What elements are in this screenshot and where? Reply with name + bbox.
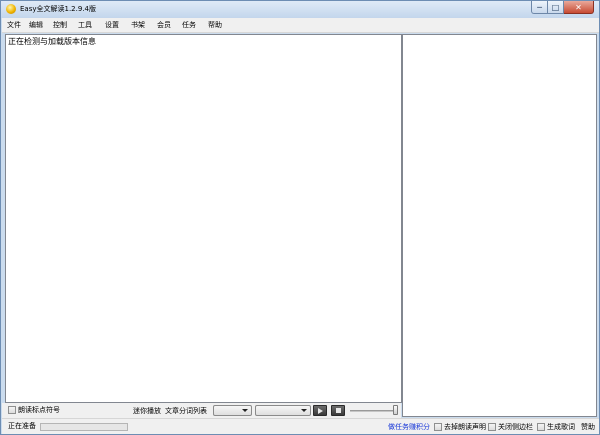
stop-icon [335, 408, 341, 413]
close-sidebar-label: 关闭侧边栏 [498, 423, 533, 431]
read-punctuation-checkbox[interactable] [8, 406, 16, 414]
generate-lyrics-checkbox[interactable] [537, 423, 545, 431]
status-text: 正在准备 [8, 422, 36, 430]
chevron-down-icon [242, 409, 248, 412]
menu-edit[interactable]: 编辑 [29, 21, 43, 30]
play-icon [317, 407, 323, 414]
read-punctuation-label: 朗读标点符号 [18, 406, 60, 414]
sponsor-link[interactable]: 赞助 [581, 423, 595, 432]
progress-bar [40, 423, 128, 431]
status-bar: 正在准备 做任务赚积分 去掉朗读声明 关闭侧边栏 生成歌词 赞助 [2, 418, 599, 434]
menu-bar: 文件 编辑 控制 工具 设置 书架 会员 任务 帮助 [2, 18, 599, 33]
close-button[interactable]: ✕ [564, 1, 594, 14]
window-controls: ─ □ ✕ [531, 1, 594, 14]
menu-settings[interactable]: 设置 [105, 21, 119, 30]
volume-slider-track[interactable] [350, 410, 398, 412]
menu-tasks[interactable]: 任务 [182, 21, 196, 30]
close-sidebar-checkbox[interactable] [488, 423, 496, 431]
maximize-button[interactable]: □ [548, 1, 564, 14]
mini-play-button[interactable]: 迷你播放 [133, 407, 161, 416]
menu-bookshelf[interactable]: 书架 [131, 21, 145, 30]
earn-points-link[interactable]: 做任务赚积分 [388, 423, 430, 432]
word-list-label: 文章分词列表 [165, 407, 207, 415]
playback-controls: 朗读标点符号 迷你播放 文章分词列表 [2, 403, 401, 418]
chevron-down-icon [301, 409, 307, 412]
side-panel[interactable] [402, 34, 597, 417]
stop-button[interactable] [331, 405, 345, 416]
minimize-button[interactable]: ─ [531, 1, 548, 14]
remove-statement-label: 去掉朗读声明 [444, 423, 486, 431]
play-button[interactable] [313, 405, 327, 416]
speed-select[interactable] [255, 405, 311, 416]
text-editor[interactable]: 正在检测与加载版本信息 [5, 34, 402, 403]
remove-statement-checkbox[interactable] [434, 423, 442, 431]
menu-file[interactable]: 文件 [7, 21, 21, 30]
window-title: Easy全文解读1.2.9.4版 [20, 5, 96, 13]
menu-member[interactable]: 会员 [157, 21, 171, 30]
voice-select[interactable] [213, 405, 252, 416]
main-window: Easy全文解读1.2.9.4版 ─ □ ✕ 文件 编辑 控制 工具 设置 书架… [0, 0, 600, 435]
menu-control[interactable]: 控制 [53, 21, 67, 30]
volume-slider-thumb[interactable] [393, 405, 398, 415]
title-bar[interactable]: Easy全文解读1.2.9.4版 ─ □ ✕ [1, 1, 599, 18]
menu-help[interactable]: 帮助 [208, 21, 222, 30]
app-icon [6, 4, 16, 14]
menu-tools[interactable]: 工具 [78, 21, 92, 30]
editor-content: 正在检测与加载版本信息 [8, 37, 96, 46]
generate-lyrics-label: 生成歌词 [547, 423, 575, 431]
